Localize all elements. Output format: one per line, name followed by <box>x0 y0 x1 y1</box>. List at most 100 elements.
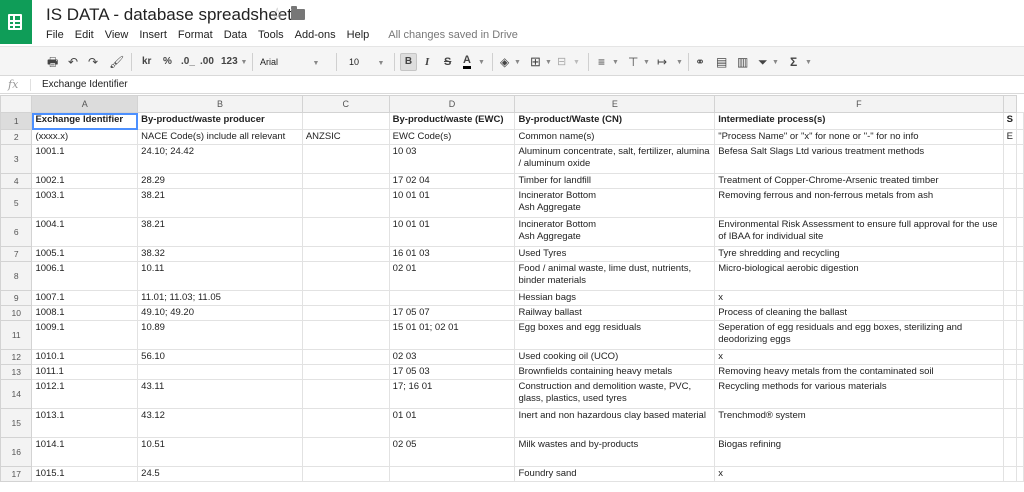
cell[interactable] <box>1016 261 1024 291</box>
chevron-down-icon[interactable]: ▼ <box>612 54 619 70</box>
cell[interactable] <box>1002 466 1018 482</box>
cell[interactable]: 1007.1 <box>31 290 139 306</box>
strikethrough-button[interactable]: S <box>444 54 451 70</box>
cell[interactable]: Food / animal waste, lime dust, nutrient… <box>514 261 716 291</box>
cell[interactable] <box>1016 305 1024 321</box>
cell[interactable] <box>301 379 390 409</box>
row-header[interactable]: 10 <box>0 305 33 321</box>
cell[interactable]: 1012.1 <box>31 379 139 409</box>
cell[interactable] <box>1016 437 1024 467</box>
cell[interactable]: x <box>714 290 1004 306</box>
cell[interactable] <box>301 466 390 482</box>
row-header[interactable]: 2 <box>0 129 33 145</box>
cell[interactable]: Egg boxes and egg residuals <box>514 320 716 350</box>
chevron-down-icon[interactable]: ▼ <box>643 54 650 70</box>
insert-link-icon[interactable]: ⚭ <box>695 54 705 70</box>
row-header[interactable]: 5 <box>0 188 33 218</box>
cell[interactable] <box>1016 466 1024 482</box>
formula-input[interactable]: Exchange Identifier <box>42 79 128 90</box>
cell[interactable]: 1002.1 <box>31 173 139 189</box>
chevron-down-icon[interactable]: ▼ <box>514 54 521 70</box>
undo-icon[interactable]: ↶ <box>68 54 78 70</box>
cell[interactable] <box>1016 188 1024 218</box>
row-header[interactable]: 13 <box>0 364 33 380</box>
cell[interactable]: 1005.1 <box>31 246 139 262</box>
star-icon[interactable]: ☆ <box>270 4 284 24</box>
cell[interactable] <box>1016 246 1024 262</box>
format-percent-button[interactable]: % <box>163 54 172 70</box>
column-header-g[interactable] <box>1002 95 1018 113</box>
bold-button[interactable]: B <box>400 53 417 71</box>
cell[interactable] <box>301 112 390 130</box>
row-header[interactable]: 12 <box>0 349 33 365</box>
horizontal-align-icon[interactable]: ≡ <box>598 54 605 70</box>
font-family-select[interactable]: Arial ▼ <box>260 53 330 71</box>
cell[interactable]: 43.12 <box>137 408 303 438</box>
cell[interactable] <box>1016 408 1024 438</box>
paint-format-icon[interactable]: 🖌 <box>109 54 124 70</box>
menu-data[interactable]: Data <box>224 29 247 43</box>
cell[interactable] <box>301 437 390 467</box>
row-header[interactable]: 15 <box>0 408 33 438</box>
row-header[interactable]: 14 <box>0 379 33 409</box>
cell[interactable]: 10 01 01 <box>388 188 516 218</box>
cell[interactable]: Process of cleaning the ballast <box>714 305 1004 321</box>
increase-decimal-button[interactable]: .00 <box>200 54 214 70</box>
row-header[interactable]: 11 <box>0 320 33 350</box>
chevron-down-icon[interactable]: ▼ <box>805 54 812 70</box>
cell[interactable]: By-product/waste (EWC) <box>388 112 516 130</box>
row-header[interactable]: 17 <box>0 466 33 482</box>
cell[interactable]: E <box>1002 129 1018 145</box>
cell[interactable]: Befesa Salt Slags Ltd various treatment … <box>714 144 1004 174</box>
column-header-b[interactable]: B <box>137 95 303 113</box>
text-color-button[interactable]: A <box>463 54 471 69</box>
cell[interactable] <box>1002 364 1018 380</box>
cell[interactable]: 10 01 01 <box>388 217 516 247</box>
cell[interactable]: 02 03 <box>388 349 516 365</box>
merge-cells-icon[interactable]: ⊟ <box>557 54 566 70</box>
cell[interactable]: 1010.1 <box>31 349 139 365</box>
cell[interactable]: 11.01; 11.03; 11.05 <box>137 290 303 306</box>
italic-button[interactable]: I <box>425 54 429 70</box>
cell[interactable]: By-product/waste producer <box>137 112 303 130</box>
cell[interactable] <box>1002 290 1018 306</box>
cell[interactable]: 01 01 <box>388 408 516 438</box>
cell[interactable] <box>1016 349 1024 365</box>
functions-button[interactable]: Σ <box>790 54 797 70</box>
cell[interactable]: 10.11 <box>137 261 303 291</box>
cell[interactable]: 24.5 <box>137 466 303 482</box>
cell[interactable] <box>301 188 390 218</box>
cell[interactable] <box>1016 173 1024 189</box>
cell[interactable] <box>301 320 390 350</box>
cell[interactable]: ANZSIC <box>301 129 390 145</box>
cell[interactable]: Foundry sand <box>514 466 716 482</box>
column-header-f[interactable]: F <box>714 95 1004 113</box>
more-formats-button[interactable]: 123 ▼ <box>221 54 247 70</box>
cell[interactable]: Milk wastes and by-products <box>514 437 716 467</box>
cell[interactable]: Intermediate process(s) <box>714 112 1004 130</box>
menu-edit[interactable]: Edit <box>75 29 94 43</box>
cell[interactable]: 38.32 <box>137 246 303 262</box>
cell[interactable]: (xxxx.x) <box>31 129 139 145</box>
cell[interactable]: 1015.1 <box>31 466 139 482</box>
cell[interactable]: 02 05 <box>388 437 516 467</box>
insert-chart-icon[interactable]: ▥ <box>737 54 748 70</box>
cell[interactable]: Environmental Risk Assessment to ensure … <box>714 217 1004 247</box>
font-size-select[interactable]: 10 ▼ <box>349 53 389 71</box>
cell[interactable] <box>301 305 390 321</box>
cell[interactable]: 1009.1 <box>31 320 139 350</box>
cell[interactable] <box>1002 379 1018 409</box>
cell[interactable] <box>1016 379 1024 409</box>
cell[interactable] <box>1002 217 1018 247</box>
redo-icon[interactable]: ↷ <box>88 54 98 70</box>
cell[interactable] <box>1016 364 1024 380</box>
cell[interactable]: Railway ballast <box>514 305 716 321</box>
cell[interactable]: 17 05 03 <box>388 364 516 380</box>
cell[interactable]: 24.10; 24.42 <box>137 144 303 174</box>
cell[interactable] <box>1002 144 1018 174</box>
borders-icon[interactable]: ⊞ <box>530 54 541 70</box>
fill-color-icon[interactable]: ◈ <box>500 54 509 70</box>
row-header[interactable]: 4 <box>0 173 33 189</box>
cell[interactable] <box>301 408 390 438</box>
cell[interactable]: Seperation of egg residuals and egg boxe… <box>714 320 1004 350</box>
